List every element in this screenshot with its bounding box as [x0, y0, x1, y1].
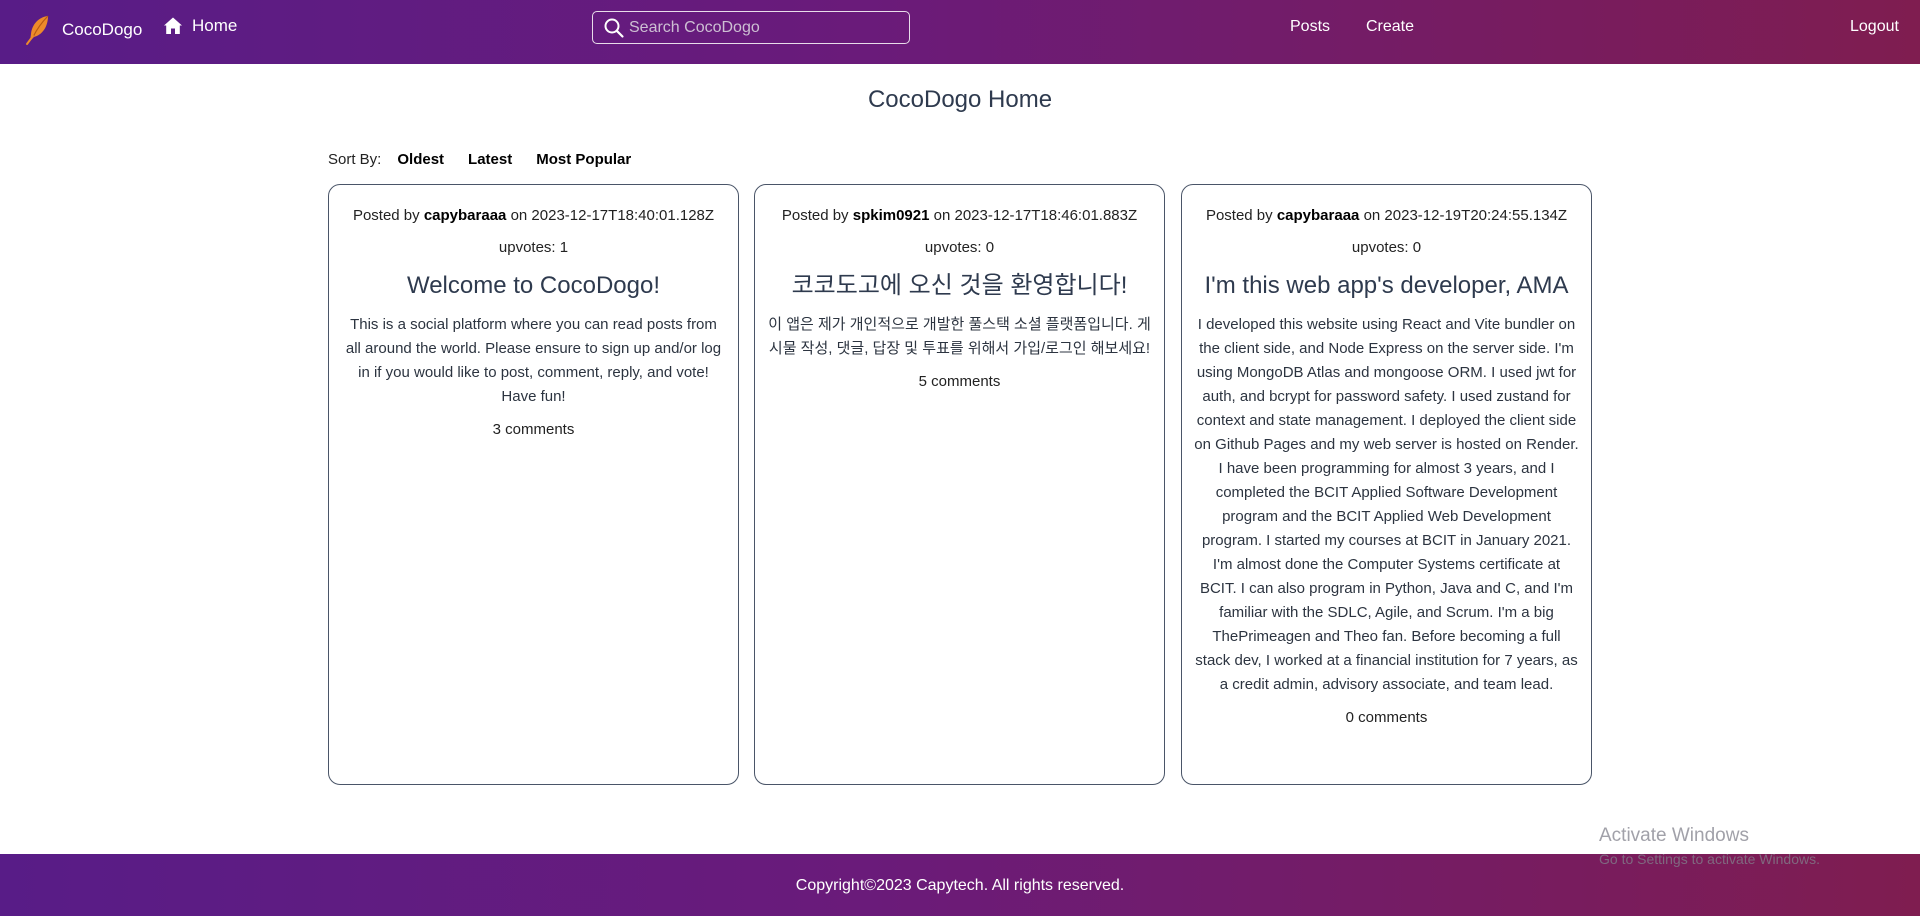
- post-title[interactable]: I'm this web app's developer, AMA: [1194, 271, 1579, 301]
- post-card[interactable]: Posted by capybaraaa on 2023-12-19T20:24…: [1181, 184, 1592, 785]
- footer-copyright: Copyright©2023 Capytech. All rights rese…: [795, 877, 1125, 894]
- feather-logo-icon: [26, 15, 49, 45]
- search-input[interactable]: [625, 12, 909, 43]
- post-body: 이 앱은 제가 개인적으로 개발한 풀스택 소셜 플랫폼입니다. 게시물 작성,…: [768, 316, 1151, 357]
- posted-on-label: on: [1363, 207, 1381, 224]
- page-title: CocoDogo Home: [867, 86, 1053, 113]
- post-author[interactable]: capybaraaa: [424, 207, 507, 224]
- sort-latest-button[interactable]: Latest: [468, 151, 512, 168]
- sort-label: Sort By:: [328, 151, 382, 168]
- post-card[interactable]: Posted by capybaraaa on 2023-12-17T18:40…: [328, 184, 739, 785]
- brand-name: CocoDogo: [62, 20, 143, 39]
- sort-oldest-button[interactable]: Oldest: [397, 151, 444, 168]
- post-meta: Posted by capybaraaa on 2023-12-19T20:24…: [1194, 207, 1579, 225]
- post-upvotes: upvotes: 0: [924, 239, 995, 256]
- home-icon: [164, 17, 182, 34]
- post-date: 2023-12-19T20:24:55.134Z: [1384, 207, 1568, 224]
- posted-by-label: Posted by: [1205, 207, 1273, 224]
- posted-on-label: on: [510, 207, 528, 224]
- posted-by-label: Posted by: [352, 207, 420, 224]
- post-meta: Posted by capybaraaa on 2023-12-17T18:40…: [341, 207, 726, 225]
- nav-posts-link[interactable]: Posts: [1290, 18, 1330, 36]
- post-title[interactable]: Welcome to CocoDogo!: [341, 271, 726, 301]
- post-title[interactable]: 코코도고에 오신 것을 환영합니다!: [767, 271, 1152, 301]
- nav-home-label: Home: [192, 16, 238, 35]
- nav-create-link[interactable]: Create: [1366, 18, 1414, 36]
- post-author[interactable]: capybaraaa: [1277, 207, 1360, 224]
- windows-activation-watermark: Activate Windows Go to Settings to activ…: [1599, 824, 1820, 868]
- search-bar: [592, 11, 910, 44]
- post-body: This is a social platform where you can …: [345, 316, 722, 405]
- nav-logout-link[interactable]: Logout: [1850, 18, 1899, 36]
- post-comments-count[interactable]: 0 comments: [1194, 709, 1579, 727]
- post-card[interactable]: Posted by spkim0921 on 2023-12-17T18:46:…: [754, 184, 1165, 785]
- post-body: I developed this website using React and…: [1194, 316, 1579, 693]
- search-icon: [604, 18, 624, 38]
- post-meta: Posted by spkim0921 on 2023-12-17T18:46:…: [767, 207, 1152, 225]
- post-author[interactable]: spkim0921: [853, 207, 930, 224]
- posted-by-label: Posted by: [781, 207, 849, 224]
- post-list: Posted by capybaraaa on 2023-12-17T18:40…: [328, 184, 1592, 785]
- post-upvotes: upvotes: 0: [1351, 239, 1422, 256]
- brand-link[interactable]: CocoDogo: [24, 14, 142, 46]
- sort-bar: Sort By: Oldest Latest Most Popular: [328, 151, 655, 168]
- nav-home-link[interactable]: Home: [163, 16, 237, 36]
- post-upvotes: upvotes: 1: [498, 239, 569, 256]
- watermark-subtitle: Go to Settings to activate Windows.: [1599, 851, 1820, 867]
- watermark-title: Activate Windows: [1599, 825, 1749, 846]
- top-navbar: CocoDogo Home Posts Create Logout: [0, 0, 1920, 64]
- posted-on-label: on: [933, 207, 951, 224]
- post-comments-count[interactable]: 5 comments: [767, 373, 1152, 391]
- post-comments-count[interactable]: 3 comments: [341, 421, 726, 439]
- post-date: 2023-12-17T18:46:01.883Z: [954, 207, 1138, 224]
- sort-most-popular-button[interactable]: Most Popular: [536, 151, 631, 168]
- post-date: 2023-12-17T18:40:01.128Z: [531, 207, 715, 224]
